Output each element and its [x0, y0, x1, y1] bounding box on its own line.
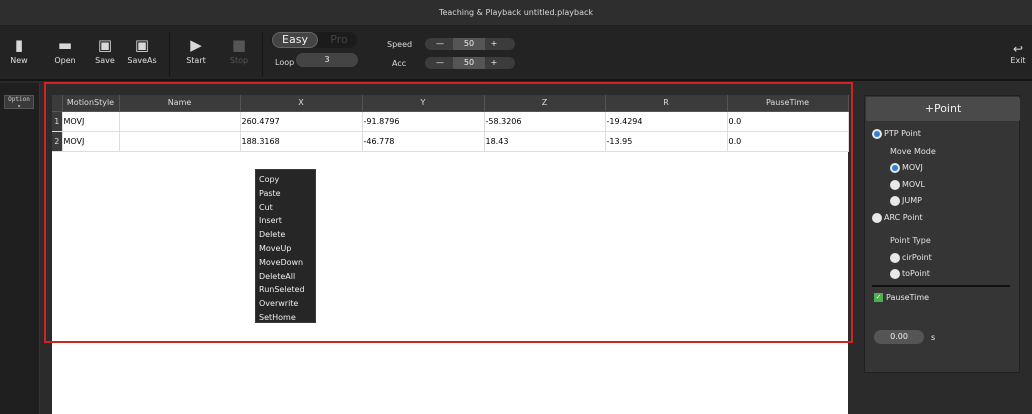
exit-button[interactable]: ↩ Exit — [1006, 42, 1030, 65]
save-as-button[interactable]: ▣ SaveAs — [127, 34, 157, 74]
points-table: MotionStyle Name X Y Z R PauseTime 1 MOV… — [52, 95, 849, 152]
table-row[interactable]: 2 MOVJ 188.3168 -46.778 18.43 -13.95 0.0 — [52, 131, 849, 152]
pausetime-input[interactable]: 0.00 — [874, 330, 924, 344]
add-point-button[interactable]: +Point — [866, 97, 1020, 121]
cell-z[interactable]: 18.43 — [484, 131, 606, 152]
stop-button[interactable]: ■ Stop — [224, 34, 254, 74]
acc-decrement-button[interactable]: — — [435, 57, 445, 69]
movl-radio[interactable]: MOVL — [890, 179, 925, 191]
column-header-pausetime[interactable]: PauseTime — [727, 95, 849, 112]
row-number[interactable]: 1 — [52, 111, 63, 132]
cell-pausetime[interactable]: 0.0 — [727, 131, 849, 152]
radio-icon — [890, 179, 900, 190]
acc-label: Acc — [392, 59, 407, 68]
menu-item-copy[interactable]: Copy — [256, 173, 315, 187]
option-button[interactable]: Option ▾ — [4, 95, 34, 110]
radio-selected-icon — [890, 162, 900, 173]
toolbar-divider — [169, 32, 170, 76]
open-button[interactable]: ▬ Open — [50, 34, 80, 74]
start-button[interactable]: ▶ Start — [181, 34, 211, 74]
menu-item-moveup[interactable]: MoveUp — [256, 242, 315, 256]
row-number-header — [52, 95, 63, 112]
save-as-icon: ▣ — [134, 36, 150, 54]
stop-icon: ■ — [231, 36, 247, 54]
mode-easy-button[interactable]: Easy — [272, 32, 318, 48]
new-file-icon: ▮ — [14, 36, 24, 54]
movj-radio[interactable]: MOVJ — [890, 162, 923, 174]
window-title: Teaching & Playback untitled.playback — [0, 0, 1032, 26]
cell-name[interactable] — [119, 111, 241, 132]
speed-stepper: — 50 + — [425, 38, 515, 50]
pausetime-checkbox[interactable]: ✓ PauseTime — [874, 293, 929, 302]
acc-increment-button[interactable]: + — [489, 57, 499, 69]
cirpoint-radio[interactable]: cirPoint — [890, 252, 932, 264]
radio-icon — [890, 195, 900, 206]
save-button[interactable]: ▣ Save — [90, 34, 120, 74]
panel-divider — [872, 285, 1010, 287]
radio-icon — [890, 268, 900, 279]
radio-icon — [872, 212, 882, 223]
row-number[interactable]: 2 — [52, 131, 63, 152]
table-row[interactable]: 1 MOVJ 260.4797 -91.8796 -58.3206 -19.42… — [52, 111, 849, 132]
jump-radio[interactable]: JUMP — [890, 195, 922, 207]
column-header-x[interactable]: X — [240, 95, 363, 112]
move-mode-label: Move Mode — [890, 147, 936, 156]
ptp-point-radio[interactable]: PTP Point — [872, 128, 921, 140]
toolbar-divider — [262, 32, 263, 76]
cell-x[interactable]: 260.4797 — [240, 111, 363, 132]
points-table-area: MotionStyle Name X Y Z R PauseTime 1 MOV… — [52, 95, 849, 414]
menu-item-sethome[interactable]: SetHome — [256, 311, 315, 325]
column-header-r[interactable]: R — [605, 95, 728, 112]
menu-item-delete[interactable]: Delete — [256, 228, 315, 242]
save-icon: ▣ — [97, 36, 113, 54]
cell-r[interactable]: -19.4294 — [605, 111, 728, 132]
cell-pausetime[interactable]: 0.0 — [727, 111, 849, 132]
loop-input[interactable]: 3 — [296, 53, 358, 67]
play-icon: ▶ — [190, 36, 202, 54]
speed-value[interactable]: 50 — [453, 38, 485, 50]
new-button[interactable]: ▮ New — [4, 34, 34, 74]
exit-icon: ↩ — [1012, 42, 1024, 56]
cell-motionstyle[interactable]: MOVJ — [62, 111, 120, 132]
cell-r[interactable]: -13.95 — [605, 131, 728, 152]
checkmark-icon: ✓ — [874, 293, 883, 302]
menu-item-paste[interactable]: Paste — [256, 187, 315, 201]
cell-name[interactable] — [119, 131, 241, 152]
context-menu: Copy Paste Cut Insert Delete MoveUp Move… — [255, 169, 316, 323]
chevron-down-icon: ▾ — [17, 103, 21, 110]
column-header-y[interactable]: Y — [362, 95, 485, 112]
menu-item-insert[interactable]: Insert — [256, 214, 315, 228]
cell-motionstyle[interactable]: MOVJ — [62, 131, 120, 152]
menu-item-deleteall[interactable]: DeleteAll — [256, 270, 315, 284]
mode-pro-button[interactable]: Pro — [322, 32, 356, 48]
radio-selected-icon — [872, 128, 882, 139]
acc-stepper: — 50 + — [425, 57, 515, 69]
cell-y[interactable]: -46.778 — [362, 131, 485, 152]
menu-item-movedown[interactable]: MoveDown — [256, 256, 315, 270]
speed-label: Speed — [387, 40, 413, 49]
folder-icon: ▬ — [57, 36, 73, 54]
column-header-motionstyle[interactable]: MotionStyle — [62, 95, 120, 112]
speed-decrement-button[interactable]: — — [435, 38, 445, 50]
speed-increment-button[interactable]: + — [489, 38, 499, 50]
menu-item-cut[interactable]: Cut — [256, 201, 315, 215]
arc-point-radio[interactable]: ARC Point — [872, 212, 923, 224]
column-header-z[interactable]: Z — [484, 95, 606, 112]
acc-value[interactable]: 50 — [453, 57, 485, 69]
toolbar: ▮ New ▬ Open ▣ Save ▣ SaveAs ▶ Start ■ S… — [0, 26, 1032, 81]
pausetime-unit: s — [931, 333, 936, 342]
left-sidebar: Option ▾ — [0, 83, 40, 414]
column-header-name[interactable]: Name — [119, 95, 241, 112]
radio-icon — [890, 252, 900, 263]
cell-y[interactable]: -91.8796 — [362, 111, 485, 132]
cell-z[interactable]: -58.3206 — [484, 111, 606, 132]
topoint-radio[interactable]: toPoint — [890, 268, 930, 280]
menu-item-runselected[interactable]: RunSeleted — [256, 283, 315, 297]
point-type-label: Point Type — [890, 236, 931, 245]
cell-x[interactable]: 188.3168 — [240, 131, 363, 152]
menu-item-overwrite[interactable]: Overwrite — [256, 297, 315, 311]
loop-label: Loop — [275, 58, 295, 67]
